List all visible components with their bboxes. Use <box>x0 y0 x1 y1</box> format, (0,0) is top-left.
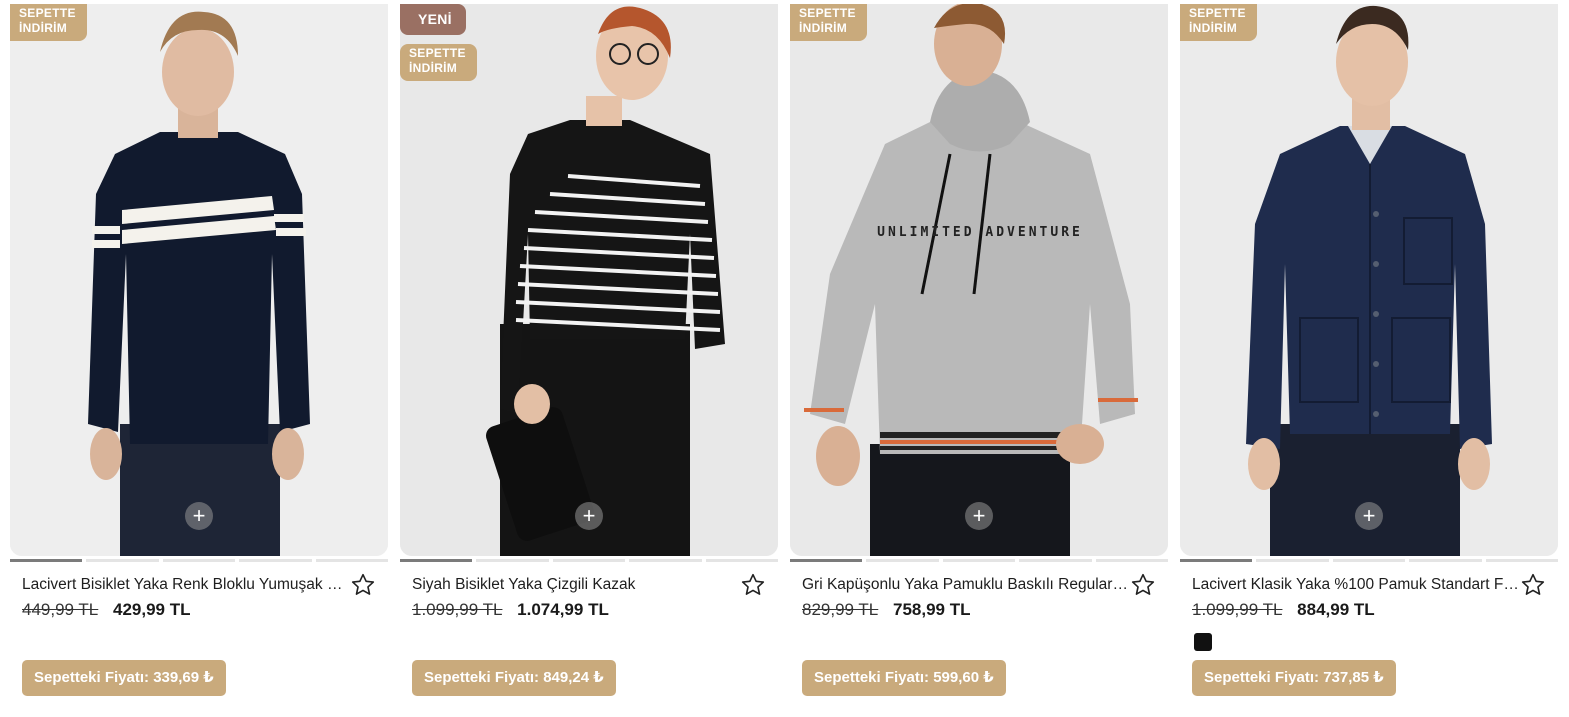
color-swatch[interactable] <box>1194 633 1212 651</box>
quick-add-button[interactable]: + <box>575 502 603 530</box>
product-name[interactable]: Lacivert Bisiklet Yaka Renk Bloklu Yumuş… <box>22 576 352 594</box>
old-price: 1.099,99 TL <box>1192 600 1283 619</box>
old-price: 829,99 TL <box>802 600 879 619</box>
favorite-star-icon[interactable] <box>1520 572 1546 598</box>
basket-price-badge: Sepetteki Fiyatı: 599,60 ₺ <box>802 660 1006 696</box>
product-card[interactable]: SEPETTE İNDİRİM + Lacivert Klasik Yaka %… <box>1180 0 1559 717</box>
quick-add-button[interactable]: + <box>185 502 213 530</box>
image-pagination[interactable] <box>10 559 389 563</box>
basket-price-badge: Sepetteki Fiyatı: 737,85 ₺ <box>1192 660 1396 696</box>
favorite-star-icon[interactable] <box>350 572 376 598</box>
discount-badge: SEPETTE İNDİRİM <box>10 4 87 41</box>
product-card[interactable]: SEPETTE İNDİRİM + Lacivert Bisiklet Yaka… <box>10 0 389 717</box>
product-grid: SEPETTE İNDİRİM + Lacivert Bisiklet Yaka… <box>0 0 1569 717</box>
product-name[interactable]: Gri Kapüşonlu Yaka Pamuklu Baskılı Regul… <box>802 576 1132 594</box>
product-name[interactable]: Lacivert Klasik Yaka %100 Pamuk Standart… <box>1192 576 1522 594</box>
image-pagination[interactable] <box>1180 559 1559 563</box>
favorite-star-icon[interactable] <box>740 572 766 598</box>
price-row: 829,99 TL 758,99 TL <box>802 600 971 620</box>
current-price: 429,99 TL <box>113 600 191 619</box>
current-price: 884,99 TL <box>1297 600 1375 619</box>
product-image[interactable]: UNLIMITED ADVENTURE SEPETTE İNDİRİM + <box>790 4 1168 556</box>
product-name[interactable]: Siyah Bisiklet Yaka Çizgili Kazak <box>412 576 742 594</box>
quick-add-button[interactable]: + <box>1355 502 1383 530</box>
svg-text:UNLIMITED ADVENTURE: UNLIMITED ADVENTURE <box>877 225 1083 240</box>
price-row: 449,99 TL 429,99 TL <box>22 600 191 620</box>
new-badge: YENİ <box>400 4 466 35</box>
product-image[interactable]: YENİ SEPETTE İNDİRİM + <box>400 4 778 556</box>
basket-price-badge: Sepetteki Fiyatı: 339,69 ₺ <box>22 660 226 696</box>
product-image[interactable]: SEPETTE İNDİRİM + <box>10 4 388 556</box>
product-image[interactable]: SEPETTE İNDİRİM + <box>1180 4 1558 556</box>
product-card[interactable]: YENİ SEPETTE İNDİRİM + Siyah Bisiklet Ya… <box>400 0 779 717</box>
old-price: 449,99 TL <box>22 600 99 619</box>
image-pagination[interactable] <box>400 559 779 563</box>
discount-badge: SEPETTE İNDİRİM <box>790 4 867 41</box>
image-pagination[interactable] <box>790 559 1169 563</box>
product-card[interactable]: UNLIMITED ADVENTURE SEPETTE İNDİRİM + Gr… <box>790 0 1169 717</box>
discount-badge: SEPETTE İNDİRİM <box>1180 4 1257 41</box>
favorite-star-icon[interactable] <box>1130 572 1156 598</box>
current-price: 1.074,99 TL <box>517 600 609 619</box>
price-row: 1.099,99 TL 884,99 TL <box>1192 600 1375 620</box>
quick-add-button[interactable]: + <box>965 502 993 530</box>
price-row: 1.099,99 TL 1.074,99 TL <box>412 600 609 620</box>
old-price: 1.099,99 TL <box>412 600 503 619</box>
discount-badge: SEPETTE İNDİRİM <box>400 44 477 81</box>
current-price: 758,99 TL <box>893 600 971 619</box>
basket-price-badge: Sepetteki Fiyatı: 849,24 ₺ <box>412 660 616 696</box>
